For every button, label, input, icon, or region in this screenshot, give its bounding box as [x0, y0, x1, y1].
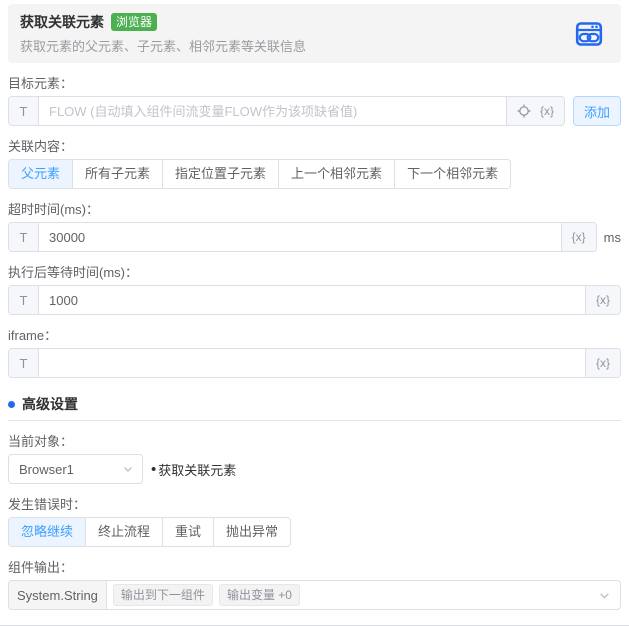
iframe-label: iframe： [8, 328, 58, 343]
relation-option-parent[interactable]: 父元素 [9, 160, 74, 188]
element-picker-icon[interactable] [517, 104, 531, 118]
output-tag-next-component[interactable]: 输出到下一组件 [112, 584, 213, 606]
text-type-prefix: T [9, 97, 39, 125]
section-divider [8, 420, 621, 421]
variable-icon[interactable]: {x} [596, 293, 610, 307]
iframe-suffix: {x} [584, 349, 620, 377]
text-type-prefix: T [9, 349, 39, 377]
field-on-error: 发生错误时： 忽略继续 终止流程 重试 抛出异常 [8, 497, 621, 547]
timeout-suffix: {x} [560, 223, 596, 251]
advanced-settings-title: 高级设置 [22, 396, 78, 412]
iframe-input-group: T {x} [8, 348, 621, 378]
relation-content-label: 关联内容： [8, 139, 74, 154]
field-current-object: 当前对象： Browser1 • 获取关联元素 [8, 434, 621, 484]
error-option-retry[interactable]: 重试 [163, 518, 215, 546]
field-target-element: 目标元素： T {x} [8, 76, 621, 126]
section-dot-icon [8, 400, 15, 408]
note-text: 获取关联元素 [158, 462, 237, 478]
output-type: System.String [9, 581, 107, 609]
relation-segmented-group: 父元素 所有子元素 指定位置子元素 上一个相邻元素 下一个相邻元素 [8, 159, 512, 189]
component-config-panel: 获取关联元素 浏览器 获取元素的父元素、子元素、相邻元素等关联信息 目标元素： … [0, 4, 629, 626]
field-timeout: 超时时间(ms)： T {x} ms [8, 202, 621, 252]
component-output-select[interactable]: System.String 输出到下一组件 输出变量 +0 [8, 580, 621, 610]
timeout-unit: ms [603, 229, 621, 245]
variable-icon[interactable]: {x} [540, 104, 554, 118]
field-relation-content: 关联内容： 父元素 所有子元素 指定位置子元素 上一个相邻元素 下一个相邻元素 [8, 139, 621, 189]
component-output-label: 组件输出： [8, 560, 74, 575]
field-component-output: 组件输出： System.String 输出到下一组件 输出变量 +0 [8, 560, 621, 610]
advanced-settings-header: 高级设置 [8, 394, 621, 420]
timeout-input-group: T {x} [8, 222, 597, 252]
target-element-suffix: {x} [505, 97, 564, 125]
wait-after-input-group: T {x} [8, 285, 621, 315]
chevron-down-icon [598, 589, 620, 602]
relation-option-all-children[interactable]: 所有子元素 [73, 160, 164, 188]
current-object-label: 当前对象： [8, 434, 74, 449]
error-option-abort-flow[interactable]: 终止流程 [86, 518, 164, 546]
field-iframe: iframe： T {x} [8, 328, 621, 378]
browser-link-icon [575, 20, 603, 48]
error-option-ignore-continue[interactable]: 忽略继续 [9, 518, 87, 546]
category-badge: 浏览器 [111, 13, 158, 31]
chevron-down-icon [122, 463, 134, 475]
wait-after-input[interactable] [39, 286, 585, 314]
variable-icon[interactable]: {x} [572, 230, 586, 244]
component-header: 获取关联元素 浏览器 获取元素的父元素、子元素、相邻元素等关联信息 [8, 4, 621, 63]
error-option-throw-exception[interactable]: 抛出异常 [214, 518, 291, 546]
header-text-block: 获取关联元素 浏览器 获取元素的父元素、子元素、相邻元素等关联信息 [20, 12, 575, 55]
on-error-segmented-group: 忽略继续 终止流程 重试 抛出异常 [8, 517, 292, 547]
component-description: 获取元素的父元素、子元素、相邻元素等关联信息 [20, 39, 307, 54]
relation-option-prev-sibling[interactable]: 上一个相邻元素 [279, 160, 396, 188]
wait-after-label: 执行后等待时间(ms)： [8, 265, 138, 280]
variable-icon[interactable]: {x} [596, 356, 610, 370]
wait-after-suffix: {x} [584, 286, 620, 314]
relation-option-child-at-position[interactable]: 指定位置子元素 [163, 160, 280, 188]
relation-option-next-sibling[interactable]: 下一个相邻元素 [395, 160, 511, 188]
target-element-input[interactable] [39, 97, 506, 125]
target-element-label: 目标元素： [8, 76, 74, 91]
target-element-input-group: T {x} [8, 96, 565, 126]
field-wait-after: 执行后等待时间(ms)： T {x} [8, 265, 621, 315]
note-bullet: • [151, 460, 157, 478]
add-button[interactable]: 添加 [572, 96, 621, 126]
timeout-input[interactable] [39, 223, 561, 251]
on-error-label: 发生错误时： [8, 497, 87, 512]
current-object-note: • 获取关联元素 [151, 460, 236, 479]
text-type-prefix: T [9, 286, 39, 314]
iframe-input[interactable] [39, 349, 585, 377]
current-object-select[interactable]: Browser1 [8, 454, 143, 484]
page-title: 获取关联元素 [20, 14, 104, 30]
text-type-prefix: T [9, 223, 39, 251]
current-object-value: Browser1 [19, 461, 74, 477]
output-tag-variables[interactable]: 输出变量 +0 [218, 584, 300, 606]
timeout-label: 超时时间(ms)： [8, 202, 99, 217]
